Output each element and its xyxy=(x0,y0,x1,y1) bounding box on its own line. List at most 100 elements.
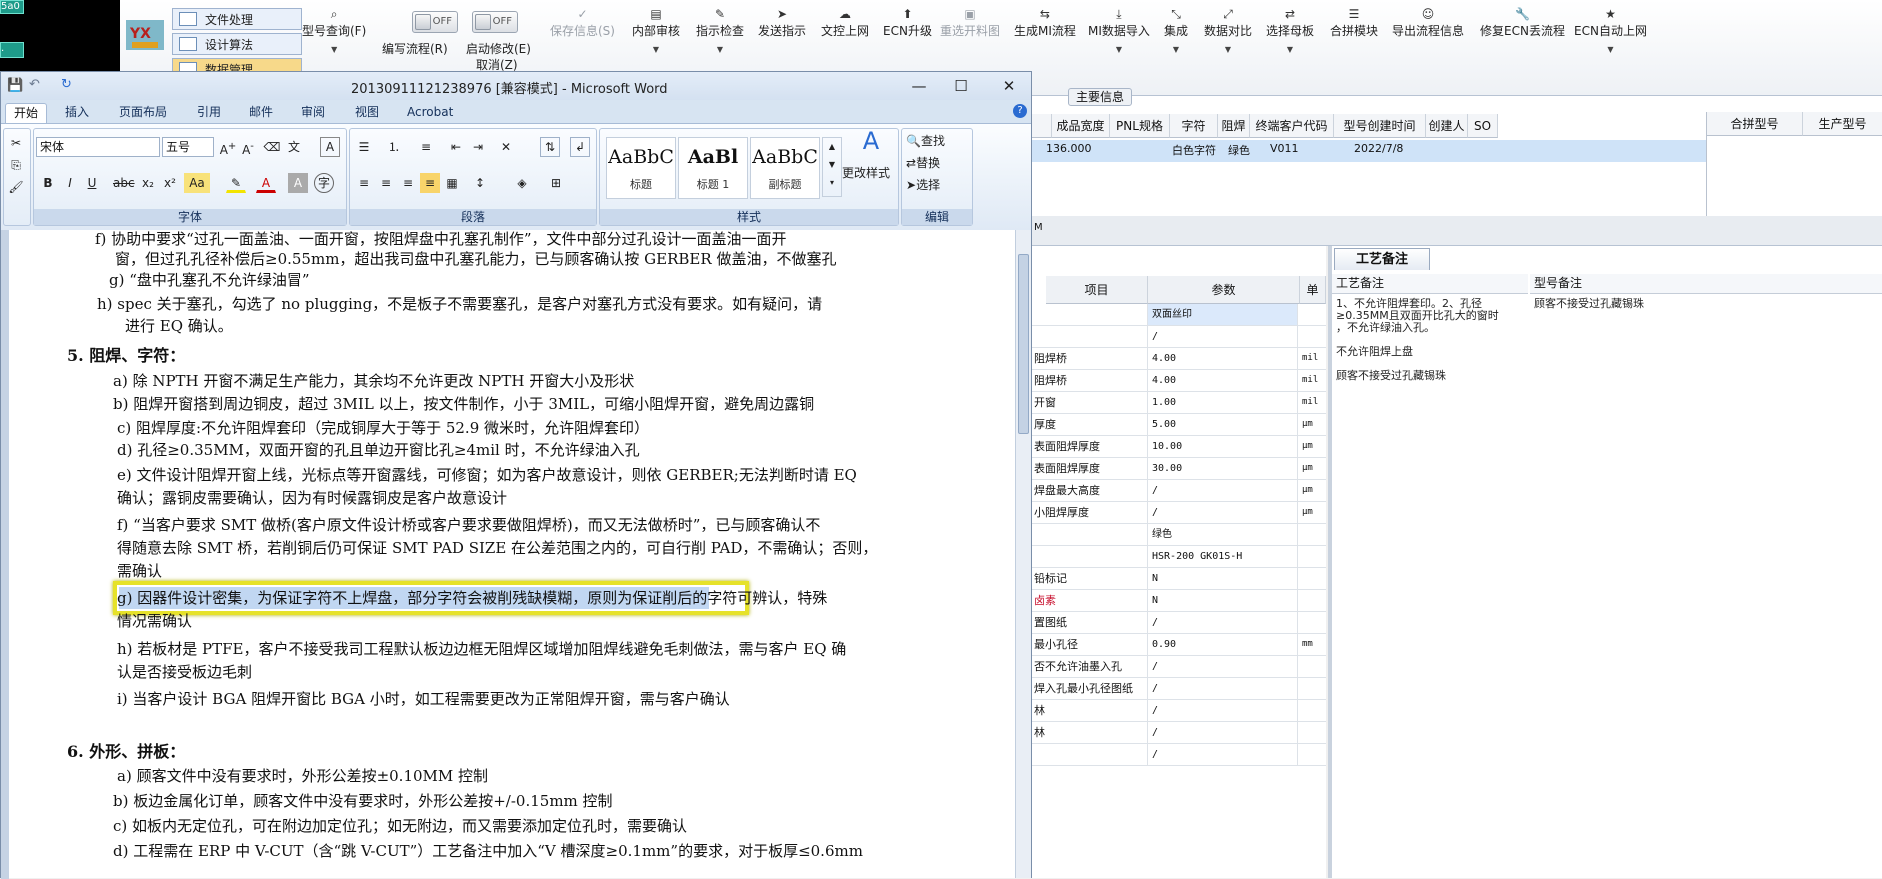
italic-icon[interactable]: I xyxy=(60,173,80,193)
params-value-cell[interactable]: HSR-200 GK01S-H xyxy=(1148,546,1298,567)
params-value-cell[interactable]: 0.90 xyxy=(1148,634,1298,655)
instruction-check-button[interactable]: ✎ 指示检查 ▼ xyxy=(696,6,744,54)
decrease-indent-icon[interactable]: ⇤ xyxy=(446,137,466,157)
params-row[interactable]: 否不允许油墨入孔 / xyxy=(1032,656,1326,678)
params-value-cell[interactable]: / xyxy=(1148,678,1298,699)
line-spacing-icon[interactable]: ↕ xyxy=(470,173,490,193)
grid-header[interactable]: SO xyxy=(1468,114,1498,138)
params-value-cell[interactable]: / xyxy=(1148,722,1298,743)
maximize-button[interactable]: ☐ xyxy=(949,76,973,96)
export-flow-info-button[interactable]: ☺ 导出流程信息 xyxy=(1392,6,1464,39)
grid-header[interactable]: PNL规格 xyxy=(1110,114,1170,138)
merge-module-button[interactable]: ☰ 合拼模块 xyxy=(1330,6,1378,39)
format-painter-icon[interactable]: 🖌 xyxy=(6,177,26,197)
bold-icon[interactable]: B xyxy=(38,173,58,193)
params-value-cell[interactable]: N xyxy=(1148,568,1298,589)
grid-header[interactable]: 合拼型号 xyxy=(1707,112,1803,136)
tab-mailings[interactable]: 邮件 xyxy=(241,103,281,123)
reselect-cut-drawing-button[interactable]: ▣ 重选开料图 xyxy=(940,6,1000,39)
sort-icon[interactable]: ⇅ xyxy=(540,137,560,157)
doc-control-online-button[interactable]: ☁ 文控上网 xyxy=(821,6,869,39)
highlight-icon[interactable]: ✎ xyxy=(226,173,246,193)
numbering-icon[interactable]: ⒈ xyxy=(384,137,404,157)
params-row[interactable]: 表面阻焊厚度 30.00 μm xyxy=(1032,458,1326,480)
replace-button[interactable]: ⇄替换 xyxy=(906,153,940,173)
ecn-auto-online-button[interactable]: ★ ECN自动上网 ▼ xyxy=(1574,6,1647,54)
model-note-text[interactable]: 顾客不接受过孔藏锡珠 xyxy=(1534,298,1644,310)
params-header-unit[interactable]: 单 xyxy=(1300,276,1326,304)
params-value-cell[interactable]: / xyxy=(1148,326,1298,347)
char-border-icon[interactable]: A xyxy=(320,137,340,157)
char-shading-icon[interactable]: A xyxy=(288,173,308,193)
params-header-item[interactable]: 项目 xyxy=(1046,276,1148,304)
menu-item-design-algorithm[interactable]: 设计算法 xyxy=(172,33,302,55)
params-row[interactable]: 小阻焊厚度 / μm xyxy=(1032,502,1326,524)
params-value-cell[interactable]: 10.00 xyxy=(1148,436,1298,457)
font-color-icon[interactable]: A xyxy=(256,173,276,193)
params-row[interactable]: 表面阻焊厚度 10.00 μm xyxy=(1032,436,1326,458)
style-heading-1[interactable]: AaBl 标题 1 xyxy=(678,137,748,199)
grow-font-icon[interactable]: A+ xyxy=(218,137,238,157)
menu-item-file-processing[interactable]: 文件处理 xyxy=(172,8,302,30)
proc-note-text[interactable]: 不允许阻焊上盘 xyxy=(1336,346,1413,358)
tab-home[interactable]: 开始 xyxy=(5,103,48,123)
show-marks-icon[interactable]: ↲ xyxy=(570,137,590,157)
undo-icon[interactable]: ↶ xyxy=(29,77,40,92)
params-row[interactable]: 最小孔径 0.90 mm xyxy=(1032,634,1326,656)
params-value-cell[interactable]: 1.00 xyxy=(1148,392,1298,413)
copy-icon[interactable]: ⎘ xyxy=(6,155,26,175)
params-row[interactable]: 焊入孔最小孔径图纸 / xyxy=(1032,678,1326,700)
font-name-combo[interactable]: 宋体 xyxy=(36,137,160,157)
write-flow-toggle[interactable]: OFF xyxy=(412,11,458,33)
borders-icon[interactable]: ⊞ xyxy=(546,173,566,193)
params-row[interactable]: 置图纸 / xyxy=(1032,612,1326,634)
styles-scroll-icon[interactable]: ▲ ▼ ▾ xyxy=(822,137,842,197)
params-row[interactable]: 林 / xyxy=(1032,722,1326,744)
bullets-icon[interactable]: ☰ xyxy=(354,137,374,157)
help-icon[interactable]: ? xyxy=(1013,104,1027,118)
style-subtitle[interactable]: AaBbC 副标题 xyxy=(750,137,820,199)
tab-process-notes[interactable]: 工艺备注 xyxy=(1334,248,1430,270)
tab-insert[interactable]: 插入 xyxy=(57,103,97,123)
align-center-icon[interactable]: ≡ xyxy=(376,173,396,193)
params-value-cell[interactable]: / xyxy=(1148,502,1298,523)
params-value-cell[interactable]: / xyxy=(1148,656,1298,677)
save-icon[interactable]: 💾 xyxy=(7,78,23,93)
params-row[interactable]: 开窗 1.00 mil xyxy=(1032,392,1326,414)
params-row[interactable]: / xyxy=(1032,326,1326,348)
subscript-icon[interactable]: x₂ xyxy=(138,173,158,193)
select-button[interactable]: ➤选择 xyxy=(906,175,940,195)
grid-header[interactable]: 生产型号 xyxy=(1803,112,1882,136)
select-motherboard-button[interactable]: ⇄ 选择母板 ▼ xyxy=(1266,6,1314,54)
strikethrough-icon[interactable]: abc xyxy=(112,173,135,193)
params-row[interactable]: 绿色 xyxy=(1032,524,1326,546)
redo-icon[interactable]: ↻ xyxy=(61,77,72,92)
proc-note-text[interactable]: 顾客不接受过孔藏锡珠 xyxy=(1336,370,1446,382)
tab-page-layout[interactable]: 页面布局 xyxy=(111,103,175,123)
params-row[interactable]: HSR-200 GK01S-H xyxy=(1032,546,1326,568)
params-value-cell[interactable]: 绿色 xyxy=(1148,524,1298,545)
params-value-cell[interactable]: 4.00 xyxy=(1148,370,1298,391)
params-value-cell[interactable]: 5.00 xyxy=(1148,414,1298,435)
params-value-cell[interactable]: / xyxy=(1148,480,1298,501)
params-value-cell[interactable]: / xyxy=(1148,744,1298,765)
phonetic-guide-icon[interactable]: 文 xyxy=(284,137,304,157)
increase-indent-icon[interactable]: ⇥ xyxy=(468,137,488,157)
params-row[interactable]: 双面丝印 xyxy=(1032,304,1326,326)
grid-header[interactable]: 型号创建时间 xyxy=(1334,114,1426,138)
grid-header[interactable]: 创建人 xyxy=(1426,114,1468,138)
params-header-value[interactable]: 参数 xyxy=(1148,276,1300,304)
grid-header[interactable]: 阻焊 xyxy=(1218,114,1250,138)
params-row[interactable]: 厚度 5.00 μm xyxy=(1032,414,1326,436)
style-heading[interactable]: AaBbC 标题 xyxy=(606,137,676,199)
cut-icon[interactable]: ✂ xyxy=(6,133,26,153)
chinese-layout-icon[interactable]: ✕ xyxy=(496,137,516,157)
clear-format-icon[interactable]: ⌫ xyxy=(262,137,282,157)
minimize-button[interactable]: — xyxy=(907,76,931,96)
mi-data-import-button[interactable]: ⤓ MI数据导入 ▼ xyxy=(1088,6,1150,54)
params-row[interactable]: 铅标记 N xyxy=(1032,568,1326,590)
start-edit-toggle[interactable]: OFF xyxy=(472,11,518,33)
model-query-button[interactable]: ⌕ 型号查询(F) ▼ xyxy=(302,6,366,54)
params-row[interactable]: 卤素 N xyxy=(1032,590,1326,612)
params-value-cell[interactable]: / xyxy=(1148,612,1298,633)
